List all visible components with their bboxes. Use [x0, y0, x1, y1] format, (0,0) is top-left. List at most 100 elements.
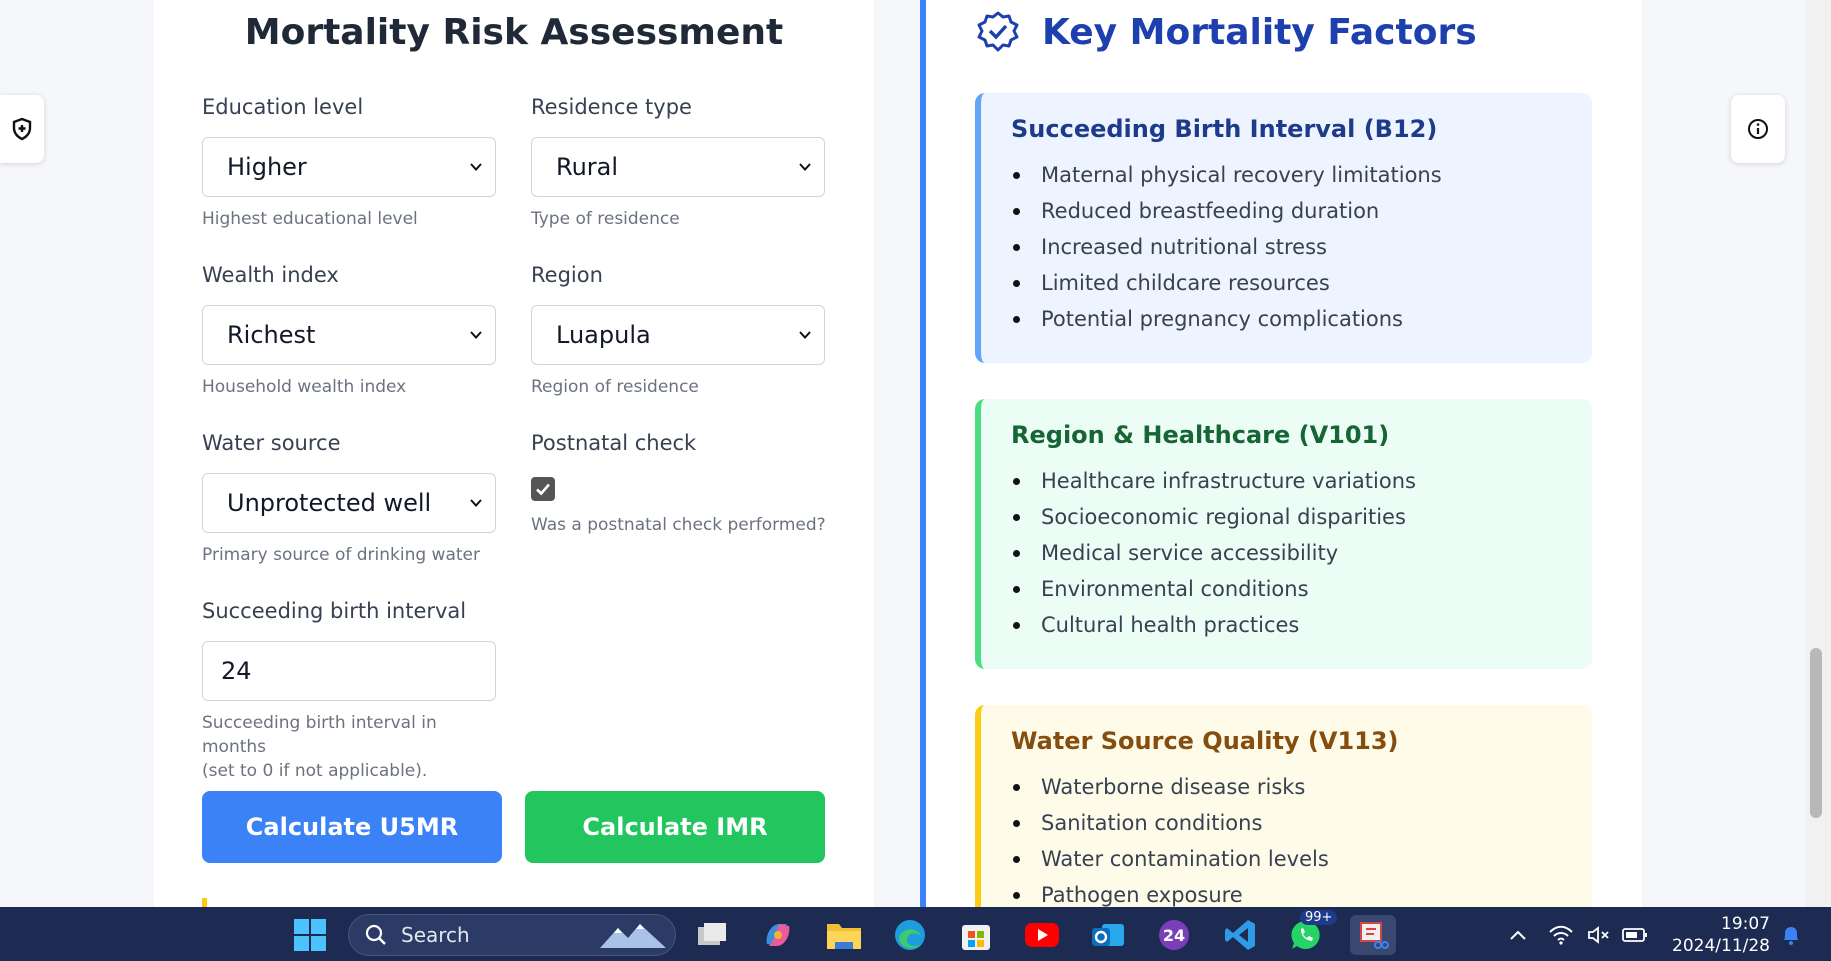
show-hidden-icons-button[interactable]	[1498, 915, 1538, 955]
factor-card-water: Water Source Quality (V113) Waterborne d…	[975, 705, 1592, 907]
info-button[interactable]	[1731, 95, 1785, 163]
clock-time: 19:07	[1721, 914, 1770, 934]
birth-interval-help-line1: Succeeding birth interval in months	[202, 713, 437, 757]
calendar-24-icon: 24	[1159, 920, 1189, 950]
region-select[interactable]: Luapula	[531, 305, 825, 365]
factors-title: Key Mortality Factors	[1042, 11, 1477, 53]
battery-button[interactable]	[1620, 915, 1650, 955]
region-value: Luapula	[556, 321, 651, 349]
outlook-button[interactable]	[1088, 915, 1128, 955]
factors-header: Key Mortality Factors	[976, 10, 1477, 54]
water-value: Unprotected well	[227, 489, 432, 517]
taskbar-clock[interactable]: 19:07 2024/11/28	[1660, 913, 1770, 957]
windows-icon	[294, 919, 326, 951]
chevron-up-icon	[1510, 930, 1526, 940]
vscode-icon	[1225, 920, 1255, 950]
task-view-icon	[698, 923, 726, 945]
list-item: Increased nutritional stress	[1011, 229, 1592, 265]
factor-card-birth-interval: Succeeding Birth Interval (B12) Maternal…	[975, 93, 1592, 363]
assessment-form: Mortality Risk Assessment Education leve…	[154, 0, 874, 907]
wealth-select[interactable]: Richest	[202, 305, 496, 365]
vscode-button[interactable]	[1220, 915, 1260, 955]
edge-button[interactable]	[890, 915, 930, 955]
svg-text:24: 24	[1163, 926, 1185, 945]
list-item: Sanitation conditions	[1011, 805, 1592, 841]
factor-card-title: Region & Healthcare (V101)	[1011, 421, 1390, 449]
privacy-shield-button[interactable]	[0, 95, 44, 163]
list-item: Environmental conditions	[1011, 571, 1592, 607]
residence-field: Residence type Rural Type of residence	[531, 95, 825, 231]
chevron-down-icon	[799, 331, 811, 339]
water-label: Water source	[202, 431, 341, 455]
education-select[interactable]: Higher	[202, 137, 496, 197]
file-explorer-button[interactable]	[824, 915, 864, 955]
list-item: Healthcare infrastructure variations	[1011, 463, 1592, 499]
start-button[interactable]	[290, 915, 330, 955]
copilot-icon	[766, 924, 790, 946]
wifi-icon	[1549, 925, 1573, 945]
birth-interval-label: Succeeding birth interval	[202, 599, 467, 623]
factor-card-title: Water Source Quality (V113)	[1011, 727, 1399, 755]
wealth-help: Household wealth index	[202, 377, 407, 397]
chevron-down-icon	[470, 331, 482, 339]
birth-interval-help-line2: (set to 0 if not applicable).	[202, 761, 428, 781]
list-item: Medical service accessibility	[1011, 535, 1592, 571]
region-help: Region of residence	[531, 377, 699, 397]
clock-date: 2024/11/28	[1672, 936, 1770, 956]
battery-icon	[1622, 928, 1647, 942]
volume-button[interactable]	[1584, 915, 1614, 955]
list-item: Water contamination levels	[1011, 841, 1592, 877]
birth-interval-input[interactable]: 24	[202, 641, 496, 701]
education-label: Education level	[202, 95, 364, 119]
wifi-button[interactable]	[1546, 915, 1576, 955]
education-help: Highest educational level	[202, 209, 418, 229]
calculate-imr-button[interactable]: Calculate IMR	[525, 791, 825, 863]
water-help: Primary source of drinking water	[202, 545, 480, 565]
region-field: Region Luapula Region of residence	[531, 263, 825, 399]
postnatal-label: Postnatal check	[531, 431, 697, 455]
youtube-button[interactable]	[1022, 915, 1062, 955]
list-item: Potential pregnancy complications	[1011, 301, 1592, 337]
notifications-button[interactable]	[1776, 915, 1806, 955]
list-item: Reduced breastfeeding duration	[1011, 193, 1592, 229]
store-button[interactable]	[956, 915, 996, 955]
store-icon	[962, 925, 990, 950]
birth-interval-field: Succeeding birth interval 24 Succeeding …	[202, 599, 496, 783]
list-item: Pathogen exposure	[1011, 877, 1592, 907]
wealth-label: Wealth index	[202, 263, 339, 287]
scrollbar-thumb[interactable]	[1810, 648, 1822, 818]
volume-muted-icon	[1588, 926, 1609, 944]
residence-label: Residence type	[531, 95, 692, 119]
outlook-icon	[1092, 924, 1124, 946]
mountains-icon	[599, 924, 666, 948]
postnatal-field: Postnatal check Was a postnatal check pe…	[531, 431, 851, 537]
wealth-field: Wealth index Richest Household wealth in…	[202, 263, 496, 399]
residence-select[interactable]: Rural	[531, 137, 825, 197]
info-icon	[1748, 119, 1768, 139]
water-field: Water source Unprotected well Primary so…	[202, 431, 496, 567]
list-item: Socioeconomic regional disparities	[1011, 499, 1592, 535]
postnatal-checkbox[interactable]	[531, 477, 555, 501]
education-value: Higher	[227, 153, 307, 181]
list-item: Limited childcare resources	[1011, 265, 1592, 301]
residence-value: Rural	[556, 153, 619, 181]
taskbar-search[interactable]: Search	[348, 914, 676, 956]
list-item: Waterborne disease risks	[1011, 769, 1592, 805]
edge-icon	[895, 920, 925, 950]
factor-card-title: Succeeding Birth Interval (B12)	[1011, 115, 1438, 143]
chevron-down-icon	[470, 163, 482, 171]
list-item: Cultural health practices	[1011, 607, 1592, 643]
calculate-u5mr-button[interactable]: Calculate U5MR	[202, 791, 502, 863]
water-select[interactable]: Unprotected well	[202, 473, 496, 533]
copilot-button[interactable]	[758, 915, 798, 955]
residence-help: Type of residence	[531, 209, 680, 229]
postnatal-help: Was a postnatal check performed?	[531, 515, 826, 535]
result-card-edge	[202, 898, 207, 907]
list-item: Maternal physical recovery limitations	[1011, 157, 1592, 193]
search-label: Search	[401, 923, 470, 947]
snipping-tool-button[interactable]	[1350, 915, 1396, 955]
bell-icon	[1784, 927, 1798, 945]
education-field: Education level Higher Highest education…	[202, 95, 496, 231]
task-view-button[interactable]	[692, 915, 732, 955]
app-24-button[interactable]: 24	[1154, 915, 1194, 955]
